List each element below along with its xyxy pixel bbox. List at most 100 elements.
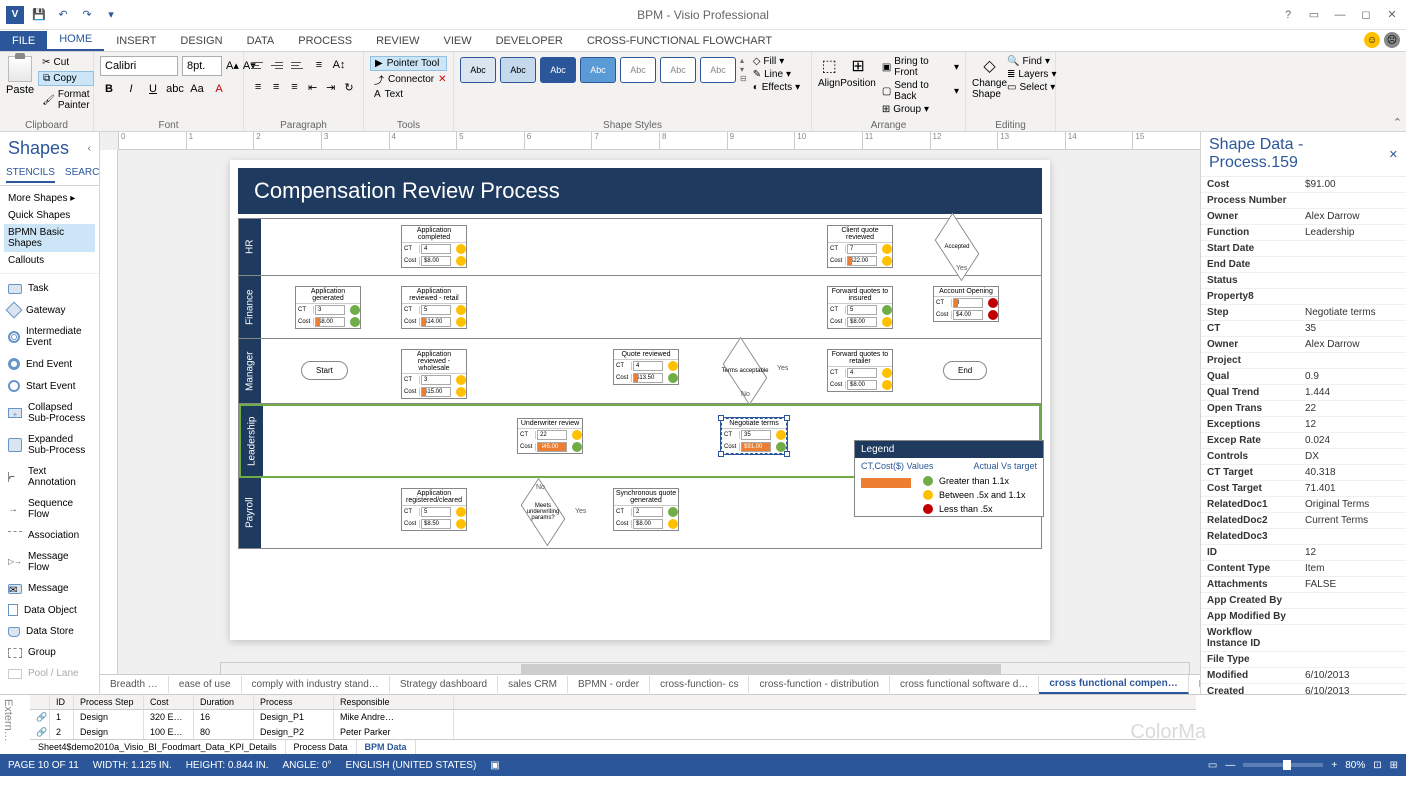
shape-data-row[interactable]: Project xyxy=(1201,353,1406,369)
shape-end-event[interactable]: End Event xyxy=(4,353,95,375)
qat-customize[interactable]: ▾ xyxy=(102,6,120,24)
shape-data-row[interactable]: ID12 xyxy=(1201,545,1406,561)
maximize-button[interactable]: ◻ xyxy=(1356,5,1376,25)
shape-data-row[interactable]: Open Trans22 xyxy=(1201,401,1406,417)
cut-button[interactable]: ✂Cut xyxy=(38,56,93,69)
gateway-accepted[interactable]: Accepted xyxy=(933,231,981,263)
shape-data-row[interactable]: OwnerAlex Darrow xyxy=(1201,209,1406,225)
shape-data-row[interactable]: OwnerAlex Darrow xyxy=(1201,337,1406,353)
shape-data-row[interactable]: Property8 xyxy=(1201,289,1406,305)
send-to-back-button[interactable]: ▢Send to Back▾ xyxy=(882,80,959,102)
node-account-opening[interactable]: Account Opening CT8 Cost$4.00 xyxy=(933,286,999,322)
shape-data-row[interactable]: Created6/10/2013 xyxy=(1201,684,1406,694)
node-app-completed[interactable]: Application completed CT4 Cost$8.00 xyxy=(401,225,467,268)
tab-design[interactable]: DESIGN xyxy=(168,31,234,51)
increase-indent-button[interactable]: ⇥ xyxy=(323,78,339,96)
shape-data-row[interactable]: RelatedDoc3 xyxy=(1201,529,1406,545)
shape-data-row[interactable]: Workflow Instance ID xyxy=(1201,625,1406,652)
close-panel-icon[interactable]: ✕ xyxy=(1389,148,1398,161)
tab-data[interactable]: DATA xyxy=(235,31,287,51)
shape-text-annotation[interactable]: ⌐Text Annotation xyxy=(4,461,95,493)
change-shape-button[interactable]: ◇Change Shape xyxy=(972,56,1007,117)
diagram-title[interactable]: Compensation Review Process xyxy=(238,168,1042,214)
node-client-quote[interactable]: Client quote reviewed CT7 Cost$22.00 xyxy=(827,225,893,268)
text-tool-button[interactable]: AText xyxy=(370,88,447,101)
connector-tool-button[interactable]: ⤴Connector ✕ xyxy=(370,71,447,88)
lane-hr[interactable]: HR Application completed CT4 Cost$8.00 C… xyxy=(239,219,1041,276)
node-negotiate-terms[interactable]: Negotiate terms CT35 Cost$91.00 xyxy=(721,418,787,454)
shape-data-row[interactable]: CT Target40.318 xyxy=(1201,465,1406,481)
zoom-percentage[interactable]: 80% xyxy=(1345,760,1365,771)
shape-data-row[interactable]: App Created By xyxy=(1201,593,1406,609)
help-button[interactable]: ? xyxy=(1278,5,1298,25)
style-swatch[interactable]: Abc xyxy=(660,57,696,83)
strikethrough-button[interactable]: abc xyxy=(166,80,184,98)
fit-page-icon[interactable]: ⊡ xyxy=(1373,760,1381,771)
font-color-button[interactable]: A xyxy=(210,80,228,98)
sheet-tab[interactable]: Strategy dashboard xyxy=(390,676,498,693)
shape-data-row[interactable]: Modified6/10/2013 xyxy=(1201,668,1406,684)
group-button[interactable]: ⊞Group▾ xyxy=(882,104,959,115)
layers-button[interactable]: ≣Layers▾ xyxy=(1007,69,1056,80)
select-button[interactable]: ▭Select▾ xyxy=(1007,82,1056,93)
bring-to-front-button[interactable]: ▣Bring to Front▾ xyxy=(882,56,959,78)
undo-button[interactable]: ↶ xyxy=(54,6,72,24)
drawing-page[interactable]: Compensation Review Process HR Applicati… xyxy=(230,160,1050,640)
node-forward-retailer[interactable]: Forward quotes to retailer CT4 Cost$8.00 xyxy=(827,349,893,392)
tab-review[interactable]: REVIEW xyxy=(364,31,431,51)
tab-home[interactable]: HOME xyxy=(47,29,104,51)
style-swatch[interactable]: Abc xyxy=(460,57,496,83)
shape-start-event[interactable]: Start Event xyxy=(4,375,95,397)
align-button[interactable]: ⬚Align xyxy=(818,56,840,117)
sheet-tab[interactable]: cross-function - distribution xyxy=(749,676,890,693)
ext-tab[interactable]: Sheet4$demo2010a_Visio_BI_Foodmart_Data_… xyxy=(30,740,286,754)
external-data-label[interactable]: Extern… xyxy=(2,699,14,742)
format-painter-button[interactable]: 🖌Format Painter xyxy=(38,88,93,112)
align-top-button[interactable] xyxy=(250,56,268,74)
status-language[interactable]: ENGLISH (UNITED STATES) xyxy=(346,760,477,771)
collapse-shapes-icon[interactable]: ‹ xyxy=(88,143,91,154)
style-swatch[interactable]: Abc xyxy=(540,57,576,83)
canvas[interactable]: 0123456789101112131415 Compensation Revi… xyxy=(100,132,1200,694)
ext-tab-active[interactable]: BPM Data xyxy=(357,740,416,754)
copy-button[interactable]: ⧉Copy xyxy=(38,71,93,86)
shape-data-row[interactable]: App Modified By xyxy=(1201,609,1406,625)
table-row[interactable]: 🔗2Design100 E…80Design_P2Peter Parker xyxy=(30,725,1196,740)
style-swatch[interactable]: Abc xyxy=(580,57,616,83)
effects-button[interactable]: ◐Effects▾ xyxy=(753,82,800,93)
node-forward-insured[interactable]: Forward quotes to insured CT5 Cost$8.00 xyxy=(827,286,893,329)
shape-association[interactable]: Association xyxy=(4,525,95,546)
shape-data-row[interactable]: End Date xyxy=(1201,257,1406,273)
ribbon-display-button[interactable]: ▭ xyxy=(1304,5,1324,25)
tab-process[interactable]: PROCESS xyxy=(286,31,364,51)
shape-data-row[interactable]: Cost Target71.401 xyxy=(1201,481,1406,497)
feedback-smile-icon[interactable]: ☺ xyxy=(1364,32,1380,48)
style-swatch[interactable]: Abc xyxy=(620,57,656,83)
gateway-meets-params[interactable]: Meets underwriting params? xyxy=(519,496,567,528)
presentation-mode-icon[interactable]: ▭ xyxy=(1208,760,1217,771)
pointer-tool-button[interactable]: ▶Pointer Tool xyxy=(370,56,447,71)
legend[interactable]: Legend CT,Cost($) ValuesActual Vs target… xyxy=(854,440,1044,517)
paste-button[interactable]: Paste xyxy=(6,56,34,117)
shape-data-row[interactable]: Exceptions12 xyxy=(1201,417,1406,433)
sheet-tab[interactable]: cross functional software d… xyxy=(890,676,1039,693)
shape-expanded-subprocess[interactable]: Expanded Sub-Process xyxy=(4,429,95,461)
tab-insert[interactable]: INSERT xyxy=(104,31,168,51)
bold-button[interactable]: B xyxy=(100,80,118,98)
case-button[interactable]: Aa xyxy=(188,80,206,98)
align-bottom-button[interactable] xyxy=(290,56,308,74)
gateway-terms-acceptable[interactable]: Terms acceptable xyxy=(721,355,769,387)
shape-data-row[interactable]: Cost$91.00 xyxy=(1201,177,1406,193)
bullets-button[interactable]: ≡ xyxy=(310,56,328,74)
shape-intermediate-event[interactable]: Intermediate Event xyxy=(4,321,95,353)
shape-collapsed-subprocess[interactable]: Collapsed Sub-Process xyxy=(4,397,95,429)
category-callouts[interactable]: Callouts xyxy=(4,252,95,269)
shape-data-row[interactable]: Excep Rate0.024 xyxy=(1201,433,1406,449)
lane-finance[interactable]: Finance Application generated CT3 Cost$8… xyxy=(239,276,1041,339)
sheet-tab-active[interactable]: cross functional compen… xyxy=(1039,675,1188,694)
minimize-button[interactable]: — xyxy=(1330,5,1350,25)
shape-data-row[interactable]: Status xyxy=(1201,273,1406,289)
fill-button[interactable]: ◇Fill▾ xyxy=(753,56,800,67)
start-terminator[interactable]: Start xyxy=(301,361,348,380)
pan-zoom-icon[interactable]: ⊞ xyxy=(1390,760,1398,771)
